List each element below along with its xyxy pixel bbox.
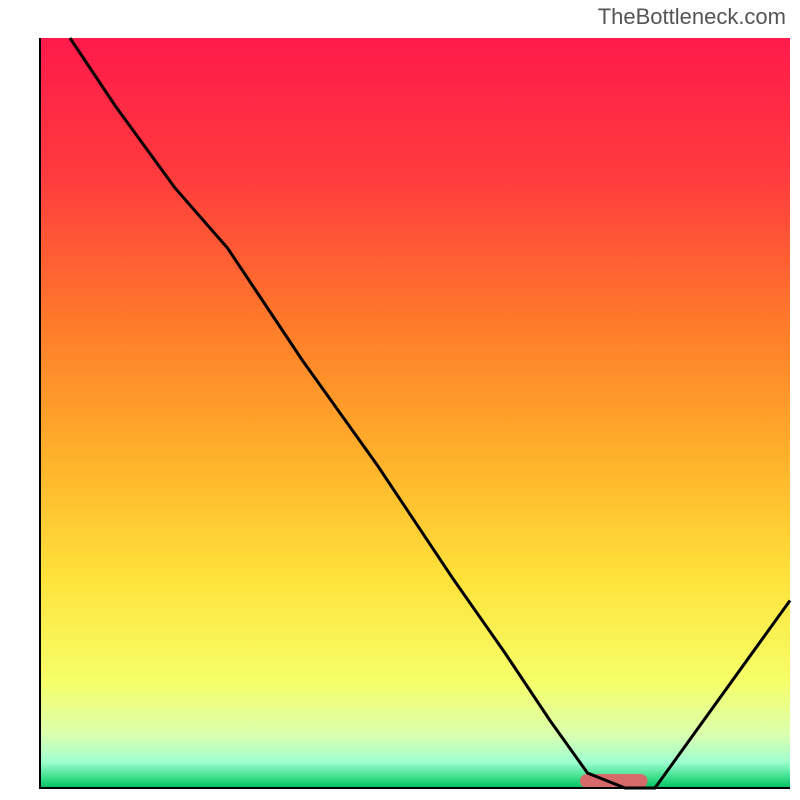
chart-container: TheBottleneck.com: [0, 0, 800, 800]
bottleneck-chart: [0, 0, 800, 800]
plot-background: [40, 38, 790, 788]
optimal-marker: [580, 774, 648, 788]
attribution-label: TheBottleneck.com: [598, 4, 786, 30]
